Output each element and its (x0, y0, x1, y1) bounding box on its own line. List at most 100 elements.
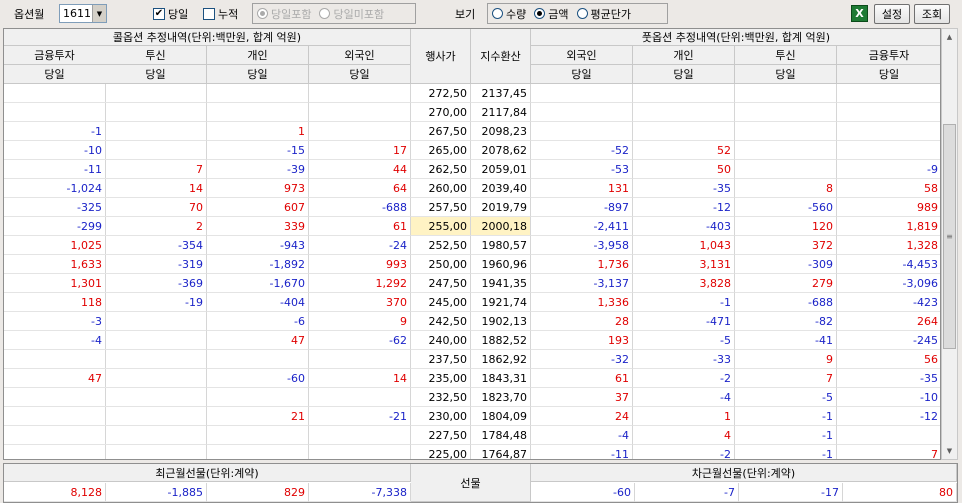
call-value-cell[interactable] (207, 350, 309, 369)
call-value-cell[interactable] (105, 122, 207, 141)
call-value-cell[interactable]: -19 (105, 293, 207, 312)
index-value-cell[interactable]: 1764,87 (471, 445, 531, 459)
call-value-cell[interactable] (309, 122, 411, 141)
call-value-cell[interactable]: 64 (309, 179, 411, 198)
today-checkbox[interactable]: ✔ 당일 (153, 0, 188, 28)
put-value-cell[interactable]: -35 (837, 369, 940, 388)
put-value-cell[interactable]: -2 (633, 445, 735, 459)
call-value-cell[interactable]: 2 (105, 217, 207, 236)
next-futures-value[interactable]: -7 (635, 483, 739, 502)
put-value-cell[interactable] (735, 103, 837, 122)
call-value-cell[interactable]: 339 (207, 217, 309, 236)
call-value-cell[interactable]: 14 (309, 369, 411, 388)
call-value-cell[interactable]: 973 (207, 179, 309, 198)
view-quantity-radio[interactable]: 수량 (492, 6, 526, 22)
near-futures-value[interactable]: -7,338 (309, 483, 411, 502)
put-value-cell[interactable] (531, 103, 633, 122)
put-value-cell[interactable] (735, 160, 837, 179)
view-amount-radio[interactable]: 금액 (534, 6, 569, 22)
call-value-cell[interactable]: 61 (309, 217, 411, 236)
vertical-scrollbar[interactable]: ▲ ≡ ▼ (941, 28, 958, 460)
call-value-cell[interactable] (105, 388, 207, 407)
put-value-cell[interactable]: 131 (531, 179, 633, 198)
call-value-cell[interactable]: -1,024 (4, 179, 106, 198)
index-value-cell[interactable]: 1804,09 (471, 407, 531, 426)
option-estimate-grid[interactable]: 콜옵션 추정내역(단위:백만원, 합계 억원) 행사가 지수환산 풋옵션 추정내… (3, 28, 941, 460)
call-value-cell[interactable]: -62 (309, 331, 411, 350)
index-value-cell[interactable]: 1902,13 (471, 312, 531, 331)
index-value-cell[interactable]: 2117,84 (471, 103, 531, 122)
put-value-cell[interactable] (531, 84, 633, 103)
call-value-cell[interactable]: -10 (4, 141, 106, 160)
query-button[interactable]: 조회 (914, 4, 950, 24)
call-value-cell[interactable] (105, 445, 207, 459)
call-value-cell[interactable]: 370 (309, 293, 411, 312)
strike-price-cell[interactable]: 240,00 (411, 331, 471, 350)
put-value-cell[interactable]: 28 (531, 312, 633, 331)
call-value-cell[interactable]: -15 (207, 141, 309, 160)
put-value-cell[interactable]: -11 (531, 445, 633, 459)
index-value-cell[interactable]: 2137,45 (471, 84, 531, 103)
index-value-cell[interactable]: 2000,18 (471, 217, 531, 236)
strike-price-cell[interactable]: 257,50 (411, 198, 471, 217)
index-value-cell[interactable]: 2059,01 (471, 160, 531, 179)
strike-price-cell[interactable]: 262,50 (411, 160, 471, 179)
put-value-cell[interactable]: 279 (735, 274, 837, 293)
call-value-cell[interactable]: 1,025 (4, 236, 106, 255)
strike-price-cell[interactable]: 260,00 (411, 179, 471, 198)
index-value-cell[interactable]: 1941,35 (471, 274, 531, 293)
put-value-cell[interactable]: -9 (837, 160, 940, 179)
put-value-cell[interactable]: 50 (633, 160, 735, 179)
put-value-cell[interactable]: -1 (735, 426, 837, 445)
put-value-cell[interactable]: 9 (735, 350, 837, 369)
cumulative-checkbox[interactable]: 누적 (203, 0, 238, 28)
call-value-cell[interactable]: -369 (105, 274, 207, 293)
put-value-cell[interactable]: 193 (531, 331, 633, 350)
put-value-cell[interactable]: -2 (633, 369, 735, 388)
call-value-cell[interactable]: 7 (105, 160, 207, 179)
option-month-select[interactable]: 1611 ▼ (59, 4, 107, 23)
put-value-cell[interactable]: -688 (735, 293, 837, 312)
call-value-cell[interactable] (4, 407, 106, 426)
put-value-cell[interactable]: -471 (633, 312, 735, 331)
put-value-cell[interactable]: 24 (531, 407, 633, 426)
call-value-cell[interactable] (105, 103, 207, 122)
call-value-cell[interactable]: 47 (4, 369, 106, 388)
put-value-cell[interactable]: -560 (735, 198, 837, 217)
put-value-cell[interactable]: -897 (531, 198, 633, 217)
strike-price-cell[interactable]: 227,50 (411, 426, 471, 445)
call-value-cell[interactable]: 1,633 (4, 255, 106, 274)
put-value-cell[interactable] (633, 122, 735, 141)
strike-price-cell[interactable]: 242,50 (411, 312, 471, 331)
put-value-cell[interactable] (837, 141, 940, 160)
call-value-cell[interactable]: -319 (105, 255, 207, 274)
call-value-cell[interactable]: -6 (207, 312, 309, 331)
put-value-cell[interactable]: -4 (531, 426, 633, 445)
put-value-cell[interactable]: -1 (735, 445, 837, 459)
call-value-cell[interactable] (309, 426, 411, 445)
strike-price-cell[interactable]: 247,50 (411, 274, 471, 293)
index-value-cell[interactable]: 1882,52 (471, 331, 531, 350)
call-value-cell[interactable] (309, 350, 411, 369)
call-value-cell[interactable] (105, 407, 207, 426)
put-value-cell[interactable]: 4 (633, 426, 735, 445)
put-value-cell[interactable]: 3,828 (633, 274, 735, 293)
put-value-cell[interactable]: 3,131 (633, 255, 735, 274)
call-value-cell[interactable]: -11 (4, 160, 106, 179)
put-value-cell[interactable]: -3,137 (531, 274, 633, 293)
put-value-cell[interactable]: 7 (837, 445, 940, 460)
index-value-cell[interactable]: 1980,57 (471, 236, 531, 255)
call-value-cell[interactable] (207, 103, 309, 122)
near-futures-value[interactable]: -1,885 (105, 483, 207, 502)
index-value-cell[interactable]: 2098,23 (471, 122, 531, 141)
put-value-cell[interactable]: -2,411 (531, 217, 633, 236)
call-value-cell[interactable]: -1 (4, 122, 106, 141)
put-value-cell[interactable]: 1,328 (837, 236, 940, 255)
call-value-cell[interactable] (207, 426, 309, 445)
settings-button[interactable]: 설정 (874, 4, 910, 24)
put-value-cell[interactable]: -5 (633, 331, 735, 350)
put-value-cell[interactable]: 8 (735, 179, 837, 198)
put-value-cell[interactable] (837, 103, 940, 122)
call-value-cell[interactable] (105, 350, 207, 369)
strike-price-cell[interactable]: 225,00 (411, 445, 471, 459)
